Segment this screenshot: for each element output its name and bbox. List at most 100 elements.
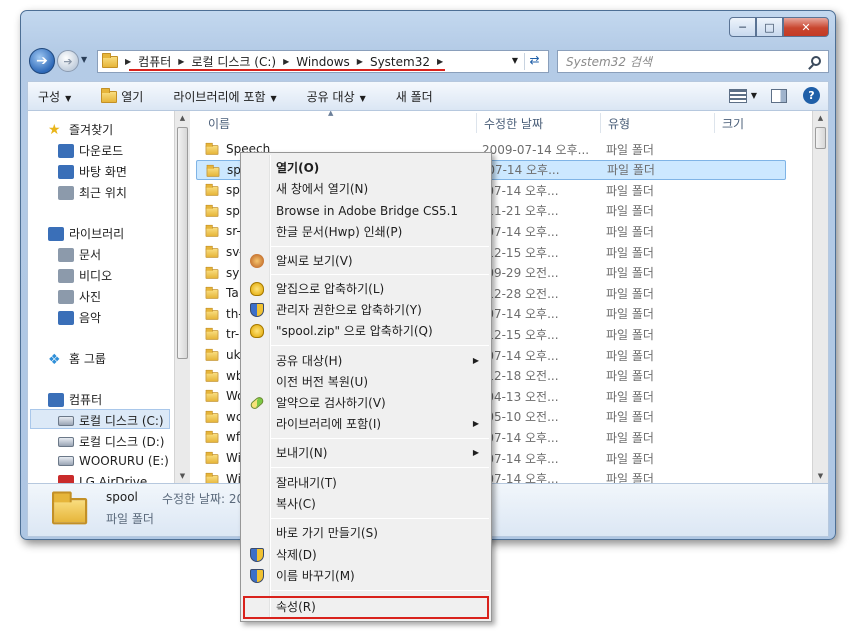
- menu-item-browse-bridge[interactable]: Browse in Adobe Bridge CS5.1: [243, 200, 489, 221]
- computer-icon: [48, 392, 64, 407]
- nav-documents[interactable]: 문서: [58, 246, 101, 263]
- file-name: Wi: [226, 451, 241, 465]
- scroll-down-icon[interactable]: ▼: [813, 469, 828, 483]
- file-type: 파일 폴더: [606, 472, 654, 483]
- menu-item-alsee-view[interactable]: 알씨로 보기(V): [243, 250, 489, 271]
- organize-button[interactable]: 구성 ▼: [38, 88, 71, 105]
- share-button[interactable]: 공유 대상 ▼: [307, 88, 366, 105]
- nav-downloads[interactable]: 다운로드: [58, 142, 123, 159]
- column-size[interactable]: 크기: [722, 115, 744, 132]
- nav-desktop[interactable]: 바탕 화면: [58, 163, 127, 180]
- close-icon[interactable]: ✕: [783, 17, 829, 37]
- column-modified[interactable]: 수정한 날짜: [484, 115, 543, 132]
- column-divider[interactable]: [476, 113, 477, 133]
- menu-item-rename[interactable]: 이름 바꾸기(M): [243, 565, 489, 586]
- red-highlight-annotation: [243, 596, 489, 619]
- menu-item-open-new-window[interactable]: 새 창에서 열기(N): [243, 178, 489, 199]
- chevron-right-icon[interactable]: ▶: [437, 57, 443, 66]
- new-folder-button[interactable]: 새 폴더: [396, 88, 433, 105]
- recent-pages-chevron-icon[interactable]: ▼: [81, 55, 87, 64]
- address-dropdown-icon[interactable]: ▼: [512, 56, 518, 65]
- menu-item-copy[interactable]: 복사(C): [243, 493, 489, 514]
- file-type: 파일 폴더: [606, 142, 654, 157]
- preview-pane-icon[interactable]: [771, 88, 787, 103]
- menu-item-open[interactable]: 열기(O): [243, 157, 489, 178]
- scroll-up-icon[interactable]: ▲: [175, 111, 190, 125]
- column-type[interactable]: 유형: [608, 115, 630, 132]
- minimize-icon[interactable]: ─: [729, 17, 756, 37]
- file-date: -07-14 오후...: [482, 348, 559, 363]
- menu-separator: [271, 590, 489, 591]
- menu-item-hwp-print[interactable]: 한글 문서(Hwp) 인쇄(P): [243, 221, 489, 242]
- file-date: -07-14 오후...: [483, 163, 560, 178]
- file-date: -09-29 오전...: [482, 266, 559, 281]
- maximize-icon[interactable]: □: [756, 17, 783, 37]
- nav-homegroup[interactable]: ❖ 홈 그룹: [48, 350, 106, 368]
- nav-drive-c[interactable]: 로컬 디스크 (C:): [58, 412, 164, 429]
- breadcrumb-computer[interactable]: 컴퓨터: [138, 53, 171, 70]
- menu-item-include-library[interactable]: 라이브러리에 포함(I) ▶: [243, 413, 489, 434]
- folder-icon: [101, 87, 118, 103]
- menu-separator: [271, 246, 489, 247]
- context-menu: 열기(O) 새 창에서 열기(N) Browse in Adobe Bridge…: [240, 152, 492, 622]
- search-input[interactable]: System32 검색: [557, 50, 829, 73]
- scroll-thumb[interactable]: [177, 127, 188, 359]
- nav-libraries[interactable]: 라이브러리: [48, 225, 124, 242]
- nav-videos[interactable]: 비디오: [58, 267, 112, 284]
- search-icon[interactable]: [811, 56, 821, 66]
- menu-item-create-shortcut[interactable]: 바로 가기 만들기(S): [243, 522, 489, 543]
- menu-item-send-to[interactable]: 보내기(N) ▶: [243, 442, 489, 463]
- file-name: sp: [226, 183, 240, 198]
- view-options-icon[interactable]: [728, 88, 747, 103]
- scroll-up-icon[interactable]: ▲: [813, 111, 828, 125]
- breadcrumb-windows[interactable]: Windows: [296, 55, 350, 69]
- menu-item-cut[interactable]: 잘라내기(T): [243, 472, 489, 493]
- nav-pictures[interactable]: 사진: [58, 288, 101, 305]
- sort-arrow-icon: ▲: [328, 111, 334, 117]
- menu-item-share[interactable]: 공유 대상(H) ▶: [243, 350, 489, 371]
- column-divider[interactable]: [600, 113, 601, 133]
- nav-scrollbar[interactable]: ▲ ▼: [174, 111, 190, 483]
- breadcrumb-system32[interactable]: System32: [370, 55, 430, 69]
- menu-item-zip-compress[interactable]: "spool.zip" 으로 압축하기(Q): [243, 320, 489, 341]
- include-library-button[interactable]: 라이브러리에 포함 ▼: [173, 88, 276, 105]
- chevron-right-icon[interactable]: ▶: [357, 57, 363, 66]
- file-scrollbar[interactable]: ▲ ▼: [812, 111, 828, 483]
- back-icon[interactable]: ➔: [29, 48, 55, 74]
- column-divider[interactable]: [714, 113, 715, 133]
- help-icon[interactable]: ?: [803, 87, 820, 104]
- nav-recent[interactable]: 최근 위치: [58, 184, 127, 201]
- nav-music[interactable]: 음악: [58, 309, 101, 326]
- breadcrumb-drive-c[interactable]: 로컬 디스크 (C:): [191, 53, 276, 70]
- alyac-pill-icon: [249, 395, 265, 411]
- chevron-down-icon[interactable]: ▼: [751, 91, 757, 100]
- file-date: -07-14 오후...: [482, 451, 559, 466]
- nav-drive-d[interactable]: 로컬 디스크 (D:): [58, 433, 164, 450]
- forward-icon[interactable]: ➔: [57, 50, 79, 72]
- menu-separator: [271, 345, 489, 346]
- menu-item-admin-compress[interactable]: 관리자 권한으로 압축하기(Y): [243, 299, 489, 320]
- nav-computer[interactable]: 컴퓨터: [48, 391, 102, 408]
- column-name[interactable]: 이름: [208, 115, 230, 132]
- nav-drive-e[interactable]: WOORURU (E:): [58, 454, 169, 468]
- open-button[interactable]: 열기: [101, 87, 143, 105]
- file-name: sp: [227, 162, 241, 177]
- menu-item-restore-previous[interactable]: 이전 버전 복원(U): [243, 371, 489, 392]
- address-row: ➔ ➔ ▼ ▶ 컴퓨터 ▶ 로컬 디스크 (C:) ▶ Windows ▶ Sy…: [27, 48, 829, 76]
- alsee-icon: [250, 254, 264, 268]
- menu-item-alyac-scan[interactable]: 알약으로 검사하기(V): [243, 392, 489, 413]
- scroll-thumb[interactable]: [815, 127, 826, 149]
- menu-item-alzip-compress[interactable]: 알집으로 압축하기(L): [243, 278, 489, 299]
- chevron-right-icon[interactable]: ▶: [125, 57, 131, 66]
- nav-lg-airdrive[interactable]: LG AirDrive: [58, 475, 147, 483]
- chevron-right-icon[interactable]: ▶: [283, 57, 289, 66]
- alzip-icon: [250, 324, 264, 338]
- scroll-down-icon[interactable]: ▼: [175, 469, 190, 483]
- submenu-arrow-icon: ▶: [472, 356, 479, 365]
- menu-item-delete[interactable]: 삭제(D): [243, 544, 489, 565]
- refresh-icon[interactable]: ⇄: [524, 53, 544, 70]
- address-bar[interactable]: ▶ 컴퓨터 ▶ 로컬 디스크 (C:) ▶ Windows ▶ System32…: [97, 50, 549, 73]
- chevron-right-icon[interactable]: ▶: [178, 57, 184, 66]
- nav-favorites[interactable]: ★ 즐겨찾기: [48, 121, 113, 138]
- admin-shield-icon: [250, 548, 264, 562]
